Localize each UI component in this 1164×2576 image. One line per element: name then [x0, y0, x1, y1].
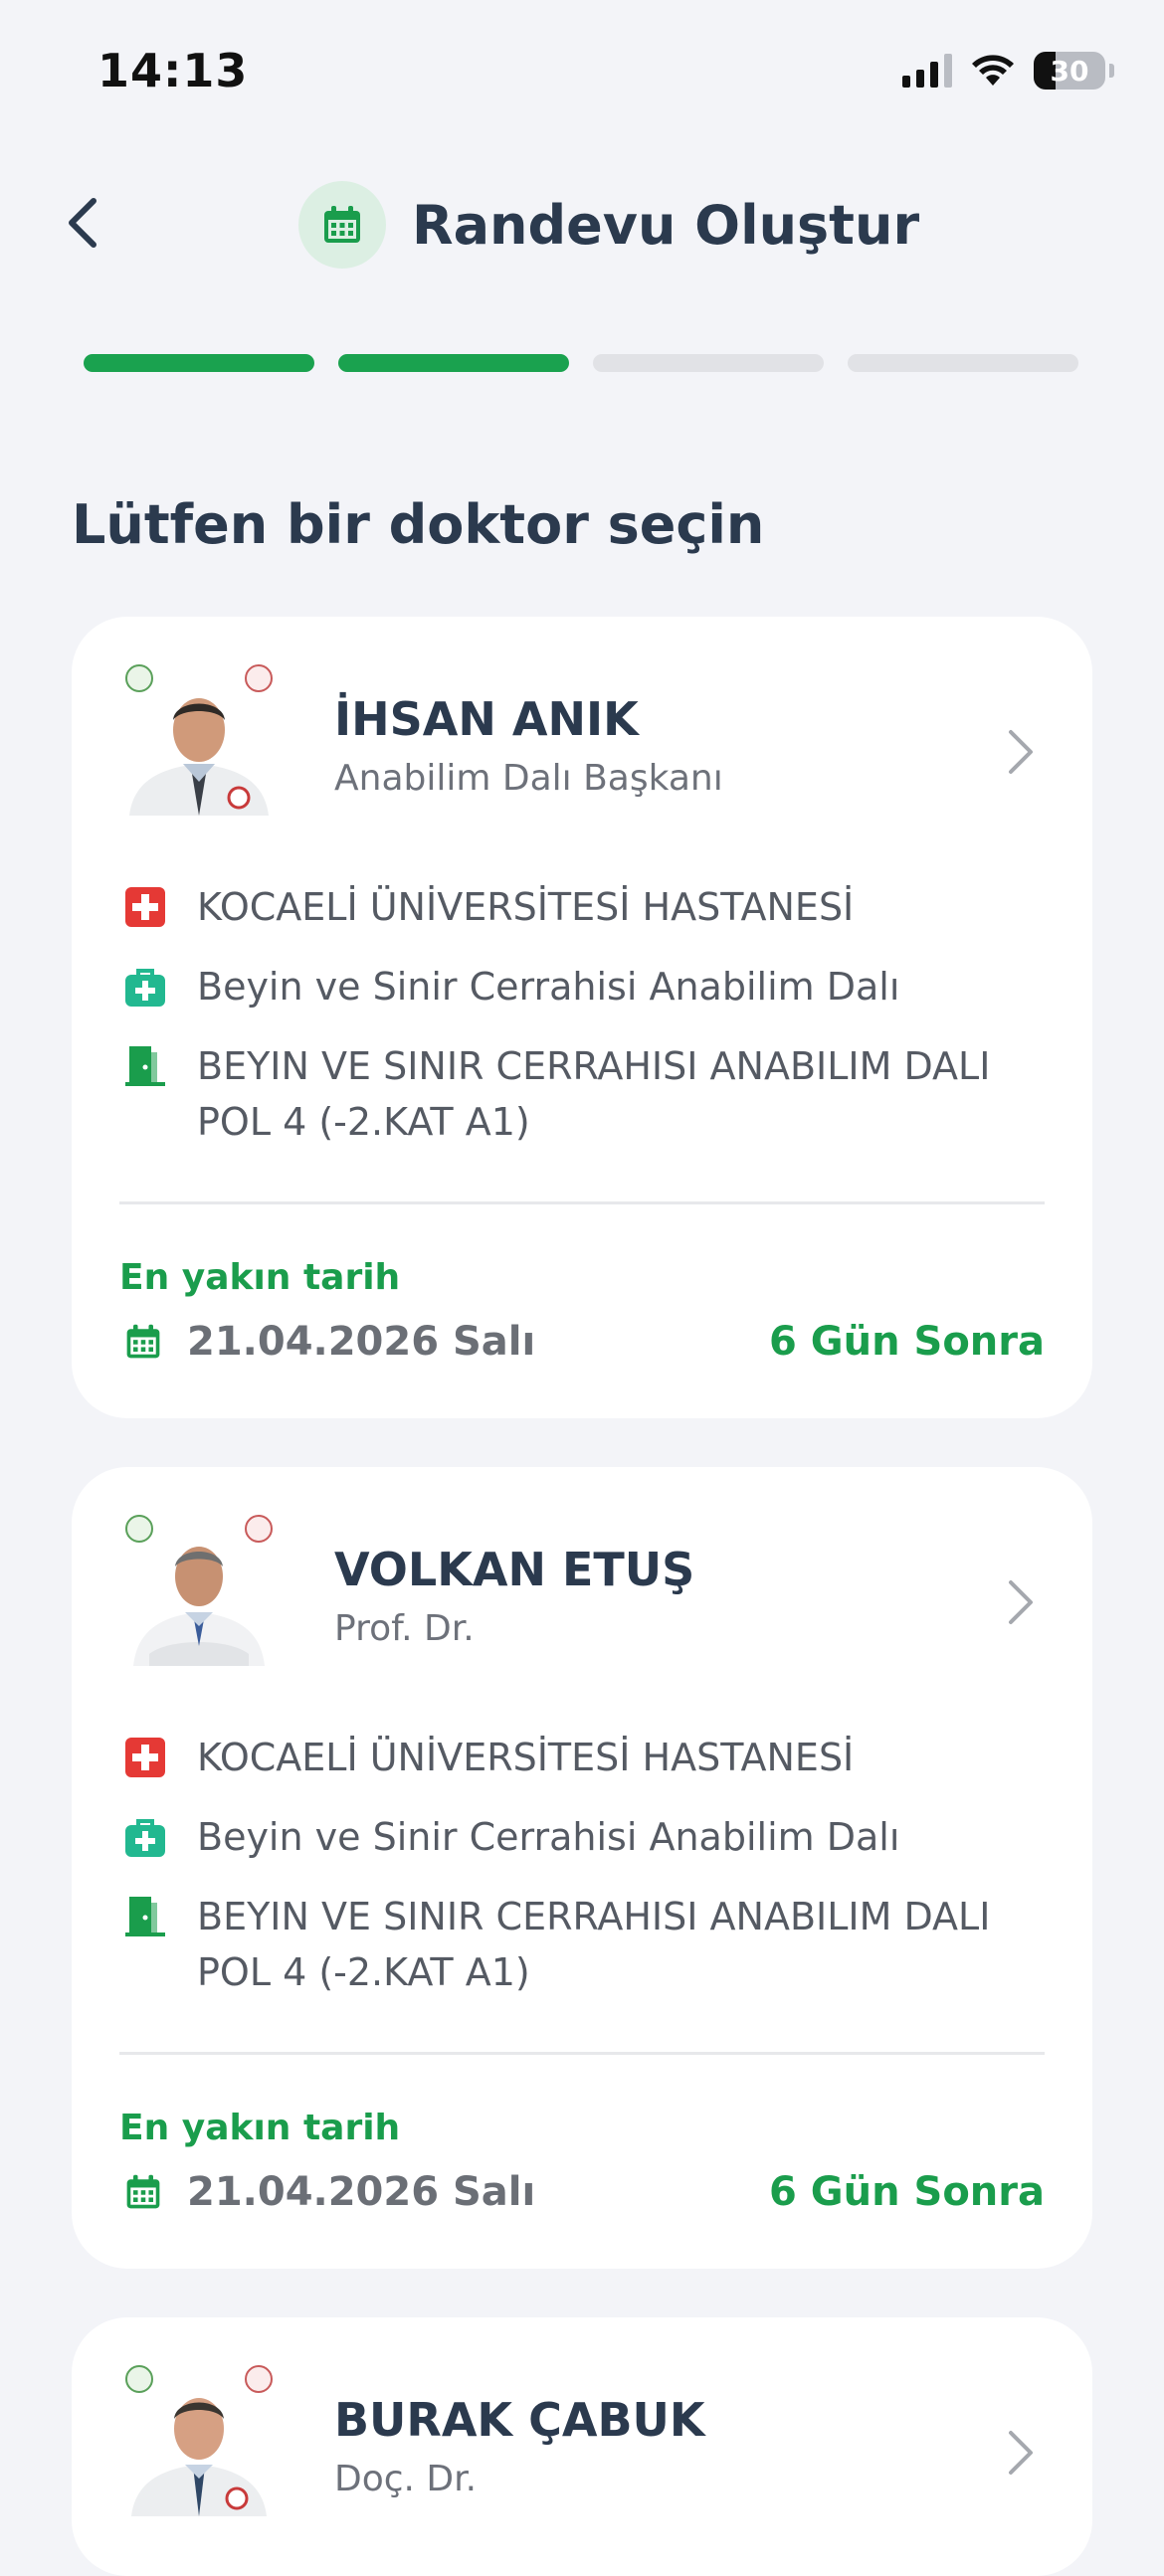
hospital-icon — [125, 887, 165, 927]
doctor-name: İHSAN ANIK — [334, 692, 639, 746]
step-4-indicator — [848, 354, 1078, 372]
university-emblem-icon — [125, 1515, 153, 1543]
clinic-row: BEYIN VE SINIR CERRAHISI ANABILIM DALI P… — [123, 1044, 1013, 1150]
nearest-date-label: En yakın tarih — [119, 1257, 401, 1298]
calendar-icon — [126, 1324, 160, 1359]
doctor-title: Prof. Dr. — [334, 1608, 475, 1649]
avatar — [119, 1515, 279, 1666]
battery-level: 30 — [1050, 55, 1089, 88]
step-progress — [84, 354, 1078, 372]
doctor-card[interactable]: İHSAN ANIK Anabilim Dalı Başkanı KOCAELİ… — [72, 617, 1092, 1418]
department-name: Beyin ve Sinir Cerrahisi Anabilim Dalı — [197, 1815, 900, 1859]
nearest-date-row: 21.04.2026 Salı — [123, 1319, 535, 1365]
step-3-indicator — [593, 354, 824, 372]
header: Randevu Oluştur — [0, 169, 1164, 278]
back-button[interactable] — [56, 193, 115, 253]
door-icon — [125, 1046, 165, 1086]
clinic-row: BEYIN VE SINIR CERRAHISI ANABILIM DALI P… — [123, 1895, 1013, 2000]
doctor-name: VOLKAN ETUŞ — [334, 1543, 695, 1596]
doctor-title: Anabilim Dalı Başkanı — [334, 758, 723, 799]
hospital-emblem-icon — [245, 664, 273, 692]
hospital-emblem-icon — [245, 2365, 273, 2393]
chevron-right-icon[interactable] — [1003, 2427, 1039, 2479]
days-until: 6 Gün Sonra — [769, 2169, 1045, 2215]
department-row: Beyin ve Sinir Cerrahisi Anabilim Dalı — [123, 965, 1013, 1014]
hospital-name: KOCAELİ ÜNİVERSİTESİ HASTANESİ — [197, 885, 855, 929]
avatar — [119, 2365, 279, 2516]
chevron-left-icon — [69, 198, 97, 248]
medical-bag-icon — [125, 1819, 165, 1857]
doctor-card[interactable]: BURAK ÇABUK Doç. Dr. — [72, 2317, 1092, 2576]
doctor-name: BURAK ÇABUK — [334, 2393, 705, 2447]
nearest-date-label: En yakın tarih — [119, 2108, 401, 2148]
nearest-date-row: 21.04.2026 Salı — [123, 2169, 535, 2215]
hospital-row: KOCAELİ ÜNİVERSİTESİ HASTANESİ — [123, 1736, 1013, 1785]
doctor-card[interactable]: VOLKAN ETUŞ Prof. Dr. KOCAELİ ÜNİVERSİTE… — [72, 1467, 1092, 2269]
avatar — [119, 664, 279, 816]
hospital-emblem-icon — [245, 1515, 273, 1543]
calendar-icon — [298, 181, 386, 269]
status-bar: 14:13 30 — [0, 0, 1164, 149]
clinic-name: BEYIN VE SINIR CERRAHISI ANABILIM DALI P… — [197, 1895, 991, 1994]
hospital-row: KOCAELİ ÜNİVERSİTESİ HASTANESİ — [123, 885, 1013, 935]
doctor-title: Doç. Dr. — [334, 2459, 478, 2499]
status-icons: 30 — [902, 52, 1114, 90]
door-icon — [125, 1897, 165, 1936]
section-title: Lütfen bir doktor seçin — [72, 493, 765, 556]
divider — [119, 1201, 1045, 1204]
wifi-icon — [972, 55, 1014, 86]
step-2-indicator — [338, 354, 569, 372]
chevron-right-icon[interactable] — [1003, 726, 1039, 778]
nearest-date: 21.04.2026 Salı — [187, 2169, 536, 2215]
hospital-name: KOCAELİ ÜNİVERSİTESİ HASTANESİ — [197, 1736, 855, 1779]
cellular-signal-icon — [902, 54, 952, 88]
department-row: Beyin ve Sinir Cerrahisi Anabilim Dalı — [123, 1815, 1013, 1865]
chevron-right-icon[interactable] — [1003, 1576, 1039, 1628]
medical-bag-icon — [125, 969, 165, 1007]
page-title: Randevu Oluştur — [412, 193, 920, 257]
status-time: 14:13 — [97, 44, 249, 97]
nearest-date: 21.04.2026 Salı — [187, 1319, 536, 1365]
department-name: Beyin ve Sinir Cerrahisi Anabilim Dalı — [197, 965, 900, 1009]
clinic-name: BEYIN VE SINIR CERRAHISI ANABILIM DALI P… — [197, 1044, 991, 1144]
calendar-icon — [126, 2174, 160, 2209]
divider — [119, 2052, 1045, 2055]
battery-icon: 30 — [1034, 52, 1105, 90]
university-emblem-icon — [125, 664, 153, 692]
university-emblem-icon — [125, 2365, 153, 2393]
hospital-icon — [125, 1738, 165, 1777]
days-until: 6 Gün Sonra — [769, 1319, 1045, 1365]
step-1-indicator — [84, 354, 314, 372]
